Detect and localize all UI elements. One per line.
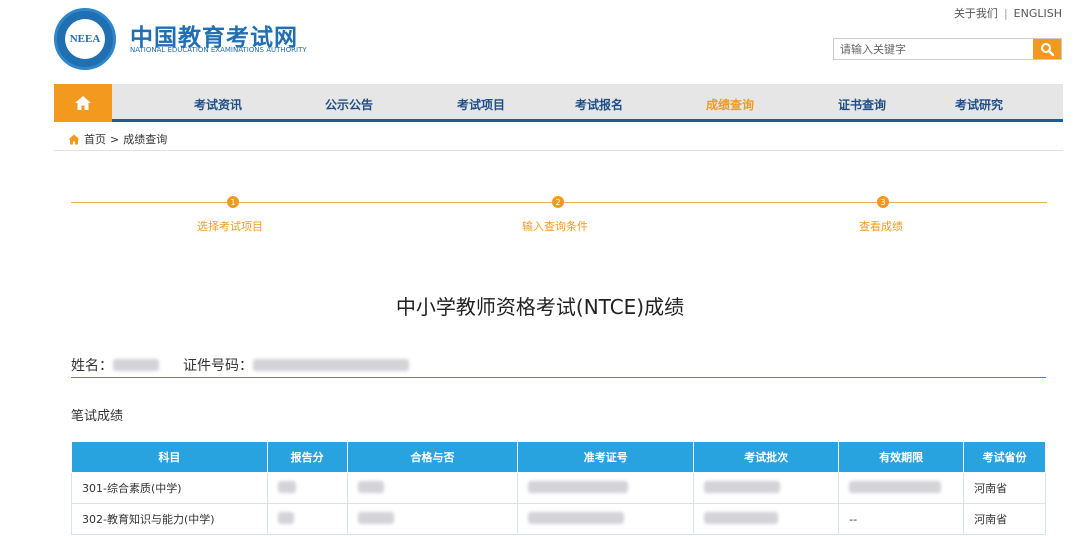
home-icon: [75, 96, 91, 110]
main-nav: 考试资讯 公示公告 考试项目 考试报名 成绩查询 证书查询 考试研究: [54, 84, 1063, 122]
step-3-marker: 3: [877, 196, 889, 208]
cell-pass: [346, 503, 519, 535]
about-us-link[interactable]: 关于我们: [954, 7, 998, 20]
nav-item-exam-registration[interactable]: 考试报名: [575, 96, 623, 113]
section-title: 笔试成绩: [71, 409, 124, 424]
header-pass: 合格与否: [346, 441, 519, 473]
nav-item-exam-news[interactable]: 考试资讯: [194, 96, 242, 113]
home-icon: [68, 134, 80, 144]
step-1-marker: 1: [227, 196, 239, 208]
logo-text: NEEA: [65, 19, 105, 59]
header-admission-number: 准考证号: [517, 441, 695, 473]
cell-score: [266, 472, 348, 504]
page-title: 中小学教师资格考试(NTCE)成绩: [395, 295, 685, 319]
cell-pass: [346, 472, 519, 504]
cell-admission-number: [517, 472, 695, 504]
cell-validity: [838, 472, 965, 504]
cell-validity: --: [838, 503, 965, 535]
nav-item-certificate-query[interactable]: 证书查询: [838, 96, 886, 113]
breadcrumb-home[interactable]: 首页: [84, 131, 106, 147]
step-2-marker: 2: [552, 196, 564, 208]
table-row: 302-教育知识与能力(中学) -- 河南省: [71, 503, 1046, 535]
nav-item-score-query[interactable]: 成绩查询: [706, 96, 754, 113]
search-icon: [1041, 43, 1054, 56]
header-exam-batch: 考试批次: [693, 441, 840, 473]
step-2-label: 输入查询条件: [522, 220, 588, 233]
nav-home-button[interactable]: [54, 84, 112, 122]
search-box: [833, 38, 1062, 60]
id-label: 证件号码：: [183, 358, 253, 374]
search-input[interactable]: [834, 39, 1033, 59]
cell-exam-batch: [693, 472, 840, 504]
header-score: 报告分: [266, 441, 348, 473]
site-subtitle: NATIONAL EDUCATION EXAMINATIONS AUTHORIT…: [130, 46, 307, 54]
top-links-separator: |: [1003, 7, 1008, 20]
site-logo[interactable]: NEEA: [54, 8, 116, 70]
score-table: 科目 报告分 合格与否 准考证号 考试批次 有效期限 考试省份 301-综合素质…: [71, 441, 1046, 535]
info-divider: [71, 377, 1046, 378]
table-row: 301-综合素质(中学) 河南省: [71, 472, 1046, 504]
header-province: 考试省份: [963, 441, 1046, 473]
name-label: 姓名：: [71, 358, 113, 374]
step-3-label: 查看成绩: [859, 220, 903, 233]
header-subject: 科目: [71, 441, 268, 473]
cell-score: [266, 503, 348, 535]
header-validity: 有效期限: [838, 441, 965, 473]
breadcrumb-current: 成绩查询: [123, 133, 168, 146]
nav-item-exam-projects[interactable]: 考试项目: [457, 96, 505, 113]
cell-exam-batch: [693, 503, 840, 535]
breadcrumb-divider: [54, 150, 1063, 151]
table-header-row: 科目 报告分 合格与否 准考证号 考试批次 有效期限 考试省份: [71, 441, 1046, 473]
id-value-redacted: [253, 359, 409, 371]
step-1-label: 选择考试项目: [197, 220, 263, 233]
breadcrumb: 首页 > 成绩查询: [68, 131, 167, 147]
cell-admission-number: [517, 503, 695, 535]
top-links: 关于我们 | ENGLISH: [954, 5, 1062, 21]
cell-subject: 301-综合素质(中学): [71, 472, 268, 504]
nav-item-announcements[interactable]: 公示公告: [325, 96, 373, 113]
breadcrumb-separator: >: [110, 132, 120, 146]
english-link[interactable]: ENGLISH: [1014, 7, 1062, 20]
nav-item-exam-research[interactable]: 考试研究: [955, 96, 1003, 113]
candidate-info: 姓名： 证件号码：: [71, 355, 409, 375]
search-button[interactable]: [1033, 39, 1061, 59]
cell-province: 河南省: [963, 472, 1046, 504]
cell-province: 河南省: [963, 503, 1046, 535]
name-value-redacted: [113, 359, 159, 371]
cell-subject: 302-教育知识与能力(中学): [71, 503, 268, 535]
